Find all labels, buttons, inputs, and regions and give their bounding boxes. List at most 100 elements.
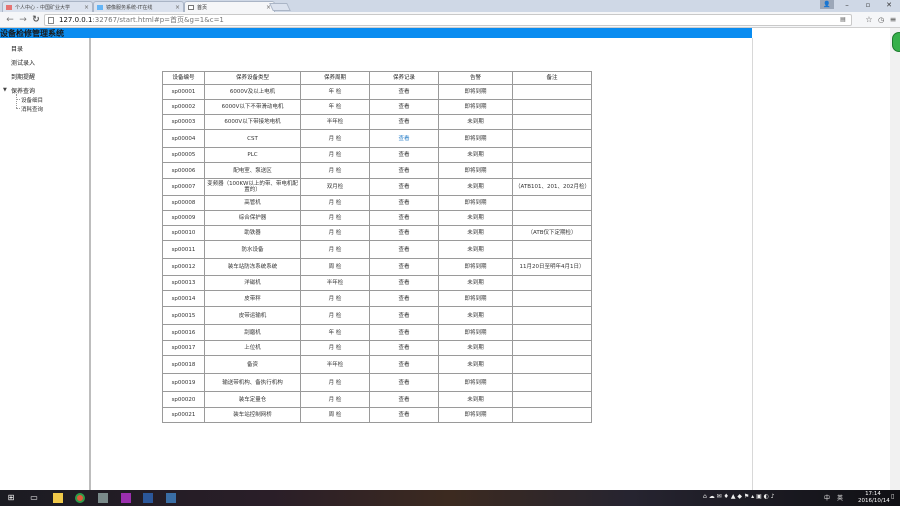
forward-arrow-icon[interactable]: → — [17, 14, 29, 26]
cell-record-link[interactable]: 查看 — [369, 340, 439, 356]
cell-record-link[interactable]: 查看 — [369, 240, 439, 259]
cell-alarm: 即将到期 — [438, 258, 513, 276]
cell-period: 半年检 — [300, 275, 370, 291]
cell-record-link[interactable]: 查看 — [369, 225, 439, 241]
cell-record-link[interactable]: 查看 — [369, 99, 439, 115]
cell-record-link[interactable]: 查看 — [369, 391, 439, 408]
browser-tab-2[interactable]: 镜像服务系统-IT在线 × — [93, 1, 184, 12]
cell-record-link[interactable]: 查看 — [369, 275, 439, 291]
history-icon[interactable]: ◷ — [876, 15, 886, 25]
cell-record-link[interactable]: 查看 — [369, 355, 439, 374]
cell-period: 月 检 — [300, 290, 370, 307]
cell-record-link[interactable]: 查看 — [369, 324, 439, 341]
notification-icon[interactable]: ▯ — [891, 493, 894, 500]
cell-device-id: sp00012 — [162, 258, 205, 276]
sidebar-item-expiry-reminder[interactable]: 到期提醒 — [11, 72, 35, 81]
cell-note: （ATB仅下定期检） — [512, 225, 592, 241]
cell-alarm: 未到期 — [438, 225, 513, 241]
cell-record-link[interactable]: 查看 — [369, 162, 439, 179]
cell-alarm: 未到期 — [438, 340, 513, 356]
sidebar-item-device-details[interactable]: 设备细目 — [21, 96, 43, 104]
cell-alarm: 未到期 — [438, 306, 513, 325]
windows-start-icon[interactable]: ⊞ — [5, 492, 17, 504]
menu-icon[interactable]: ≡ — [888, 15, 898, 25]
app-icon[interactable] — [166, 493, 176, 503]
table-row: sp00008 高管机月 检查看 即将到期 — [162, 195, 592, 211]
reload-icon[interactable]: ↻ — [30, 14, 42, 26]
cell-device-id: sp00006 — [162, 162, 205, 179]
cell-device-type: 装车站控制网桥 — [204, 407, 301, 423]
close-window-button[interactable]: ✕ — [878, 0, 900, 12]
tray-icons[interactable]: ⌂ ☁ ✉ ♦ ▲ ◆ ⚑ ▴ ▣ ◐ ♪ — [703, 493, 775, 500]
cell-period: 月 检 — [300, 210, 370, 226]
cell-record-link[interactable]: 查看 — [369, 178, 439, 196]
cell-device-id: sp00008 — [162, 195, 205, 211]
tree-connector — [16, 94, 17, 108]
page-favicon-icon — [97, 5, 103, 10]
cell-record-link[interactable]: 查看 — [369, 258, 439, 276]
cell-alarm: 未到期 — [438, 210, 513, 226]
word-icon[interactable] — [143, 493, 153, 503]
table-row: sp00021 装车站控制网桥周 检查看 即将到期 — [162, 407, 592, 423]
maximize-button[interactable]: ▫ — [857, 0, 879, 12]
close-tab-icon[interactable]: × — [175, 4, 180, 11]
sidebar-item-contents[interactable]: 目录 — [11, 44, 23, 53]
cell-alarm: 未到期 — [438, 178, 513, 196]
browser-tab-3-active[interactable]: 首页 × — [184, 1, 275, 12]
cell-record-link[interactable]: 查看 — [369, 195, 439, 211]
cell-record-link[interactable]: 查看 — [369, 290, 439, 307]
extension-badge-icon[interactable] — [892, 32, 900, 52]
cell-device-type: CST — [204, 129, 301, 148]
tray-ime[interactable]: 中 — [824, 493, 830, 502]
table-row: sp00012 装车站防冻系统系统周 检查看 即将到期 11月20日至明年4月1日） — [162, 258, 592, 276]
cell-alarm: 即将到期 — [438, 407, 513, 423]
cell-device-id: sp00003 — [162, 114, 205, 130]
cell-device-type: 上位机 — [204, 340, 301, 356]
close-tab-icon[interactable]: × — [84, 4, 89, 11]
sidebar-item-test-entry[interactable]: 测试录入 — [11, 58, 35, 67]
cell-record-link[interactable]: 查看 — [369, 210, 439, 226]
cell-record-link[interactable]: 查看 — [369, 373, 439, 392]
new-tab-button[interactable] — [269, 3, 291, 11]
collapse-caret-icon[interactable]: ▼ — [3, 87, 7, 93]
chrome-icon[interactable] — [75, 493, 85, 503]
cell-period: 周 检 — [300, 407, 370, 423]
cell-note — [512, 373, 592, 392]
cell-note — [512, 407, 592, 423]
cell-record-link[interactable]: 查看 — [369, 306, 439, 325]
table-row: sp00017 上位机月 检查看 未到期 — [162, 340, 592, 356]
tray-lang[interactable]: 英 — [837, 493, 843, 502]
taskbar-clock[interactable]: 17:14 2016/10/14 — [858, 491, 890, 505]
table-row: sp00016 刮磨机年 检查看 即将到期 — [162, 324, 592, 341]
cell-period: 年 检 — [300, 99, 370, 115]
cell-note — [512, 195, 592, 211]
cell-period: 月 检 — [300, 240, 370, 259]
address-bar[interactable]: 127.0.0.1:32767/start.html#p=首页&g=1&c=1 — [44, 14, 852, 26]
file-explorer-icon[interactable] — [53, 493, 63, 503]
cell-device-id: sp00014 — [162, 290, 205, 307]
minimize-button[interactable]: – — [836, 0, 858, 12]
table-row: sp00011 防水设备月 检查看 未到期 — [162, 240, 592, 259]
page-scrollbar[interactable] — [890, 28, 900, 490]
cell-device-type: 皮带运输机 — [204, 306, 301, 325]
cell-record-link[interactable]: 查看 — [369, 147, 439, 163]
user-profile-icon[interactable]: 👤 — [820, 0, 834, 9]
cell-record-link[interactable]: 查看 — [369, 129, 439, 148]
table-row: sp00001 6000V及以上电机年 检查看 即将到期 — [162, 84, 592, 100]
browser-tab-label: 个人中心 - 中国矿业大学 — [15, 5, 70, 11]
sidebar-item-consumption-query[interactable]: 消耗查询 — [21, 105, 43, 113]
task-view-icon[interactable]: ▭ — [28, 492, 40, 504]
bookmark-star-icon[interactable]: ☆ — [864, 15, 874, 25]
cell-record-link[interactable]: 查看 — [369, 84, 439, 100]
cell-period: 月 检 — [300, 306, 370, 325]
column-header-alarm: 告警 — [438, 71, 513, 85]
cell-record-link[interactable]: 查看 — [369, 407, 439, 423]
translate-icon[interactable]: ▤ — [838, 15, 848, 25]
cell-record-link[interactable]: 查看 — [369, 114, 439, 130]
app-icon[interactable] — [98, 493, 108, 503]
cell-note — [512, 114, 592, 130]
sidebar-item-maintenance-query[interactable]: 保养查询 — [11, 86, 35, 95]
back-arrow-icon[interactable]: ← — [4, 14, 16, 26]
app-icon[interactable] — [121, 493, 131, 503]
browser-tab-1[interactable]: 个人中心 - 中国矿业大学 × — [2, 1, 93, 12]
